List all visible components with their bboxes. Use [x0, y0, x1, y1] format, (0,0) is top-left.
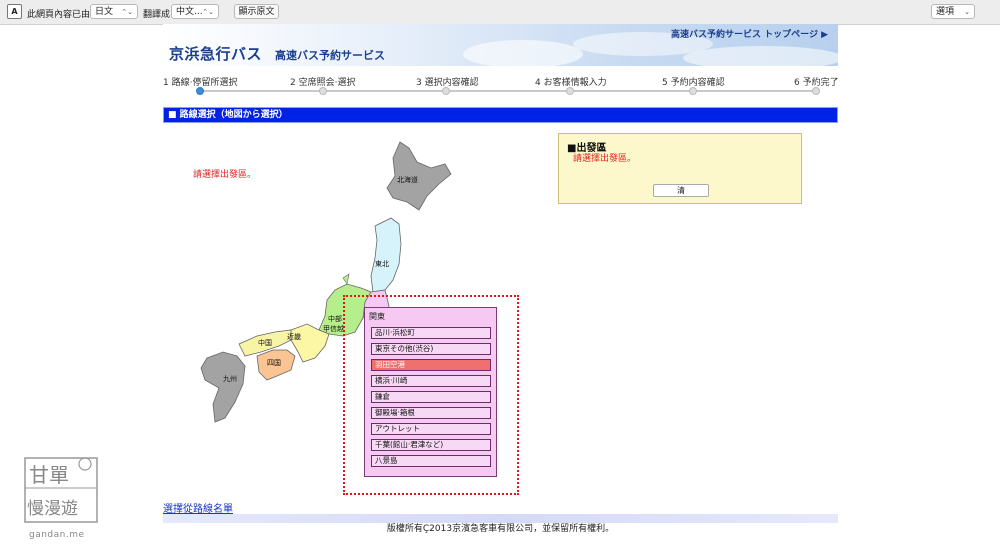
origin-message: 請選擇出發區。 [573, 154, 637, 164]
brand-logo-text: 京浜急行バス [169, 45, 263, 63]
translate-label: 此網頁內容已由 [27, 10, 91, 20]
kanto-title: 関東 [369, 312, 385, 321]
stop-gotemba[interactable]: 御殿場·箱根 [371, 407, 491, 419]
label-shikoku: 四国 [267, 359, 281, 367]
options-select[interactable]: 選項 ⌄ [931, 4, 975, 19]
step-5-dot [689, 87, 697, 95]
select-arrow-icon: ⌄ [964, 8, 970, 16]
label-chubu: 中部 [328, 314, 342, 323]
watermark-site: gandan.me [29, 530, 85, 540]
step-4: 4 お客様情報入力 [535, 78, 607, 88]
clear-button[interactable]: 清 [653, 184, 709, 197]
label-hokkaido: 北海道 [397, 175, 418, 184]
stop-yokohama[interactable]: 横浜·川崎 [371, 375, 491, 387]
stop-tokyo-other[interactable]: 東京その他(渋谷) [371, 343, 491, 355]
step-6-dot [812, 87, 820, 95]
top-page-link[interactable]: 高速バス予約サービス トップページ ▶ [671, 27, 828, 40]
stop-outlet[interactable]: アウトレット [371, 423, 491, 435]
watermark-logo-image: 甘單 慢漫遊 [24, 457, 98, 523]
label-tohoku: 東北 [375, 259, 389, 268]
site-header: 京浜急行バス 高速バス予約サービス 高速バス予約サービス トップページ ▶ [163, 24, 838, 66]
watermark-line1: 甘單 [29, 463, 69, 487]
show-original-button[interactable]: 顯示原文 [234, 4, 279, 19]
watermark-line2: 慢漫遊 [27, 498, 78, 519]
translate-bar: A 此網頁內容已由 日文 ⌃⌄ 翻譯成 中文... ⌃⌄ 顯示原文 選項 ⌄ [0, 0, 1000, 25]
label-kyushu: 九州 [223, 374, 237, 383]
source-language-select[interactable]: 日文 ⌃⌄ [90, 4, 138, 19]
progress-line [200, 90, 816, 92]
target-language-select[interactable]: 中文... ⌃⌄ [171, 4, 219, 19]
section-title-bar: ■ 路線選択（地図から選択） [163, 107, 838, 123]
region-kyushu[interactable] [200, 351, 246, 423]
origin-panel: ■出發區 請選擇出發區。 清 [558, 133, 802, 204]
route-list-link[interactable]: 選擇從路線名單 [163, 500, 233, 515]
kanto-stop-list: 関東 品川·浜松町 東京その他(渋谷) 羽田空港 横浜·川崎 鎌倉 御殿場·箱根… [364, 307, 497, 477]
stop-haneda[interactable]: 羽田空港 [371, 359, 491, 371]
select-arrow-icon: ⌃⌄ [121, 8, 133, 16]
stop-chiba[interactable]: 千葉(館山·君津など) [371, 439, 491, 451]
step-3: 3 選択内容確認 [416, 78, 479, 88]
stop-hakkeijima[interactable]: 八景島 [371, 455, 491, 467]
stop-kamakura[interactable]: 鎌倉 [371, 391, 491, 403]
copyright-text: 版權所有Ç2013京濱急客車有限公司，並保留所有權利。 [386, 524, 615, 534]
watermark-logo: 甘單 慢漫遊 gandan.me [21, 452, 103, 542]
stop-shinagawa[interactable]: 品川·浜松町 [371, 327, 491, 339]
label-chugoku: 中国 [258, 338, 272, 347]
label-koshinetsu: 甲信越 [323, 324, 344, 333]
select-arrow-icon: ⌃⌄ [202, 8, 214, 16]
step-2-dot [319, 87, 327, 95]
label-kinki: 近畿 [287, 332, 301, 341]
step-1-dot [196, 87, 204, 95]
step-3-dot [442, 87, 450, 95]
translate-to-label: 翻譯成 [143, 10, 171, 20]
translate-icon[interactable]: A [7, 4, 22, 19]
brand-subtitle: 高速バス予約サービス [275, 49, 385, 62]
step-4-dot [566, 87, 574, 95]
region-tohoku[interactable] [370, 217, 402, 293]
